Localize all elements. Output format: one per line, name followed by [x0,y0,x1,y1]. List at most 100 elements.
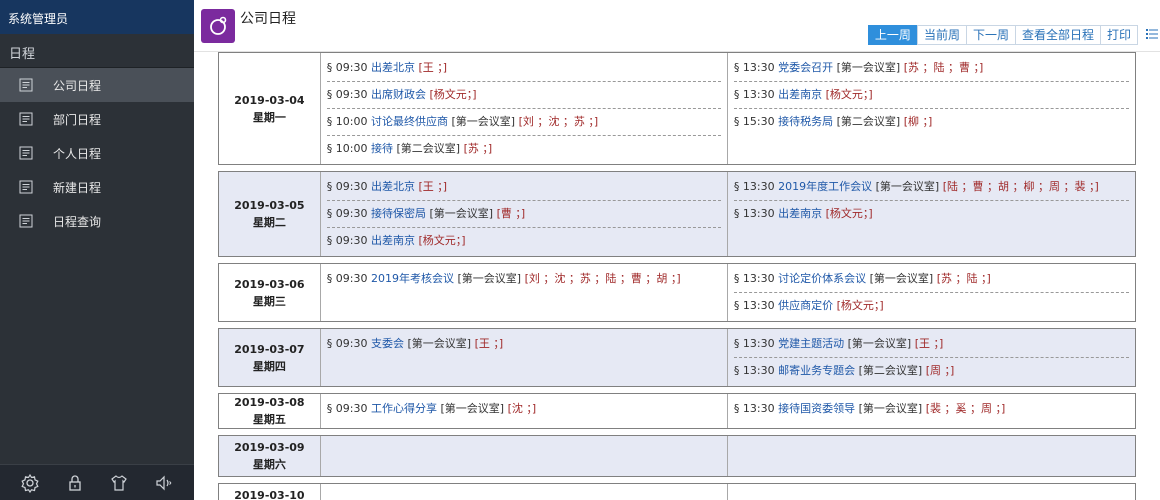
event-room: [第二会议室] [858,364,923,377]
day-date: 2019-03-10 [234,489,305,500]
document-icon [19,112,33,126]
sidebar-item[interactable]: 日程查询 [0,204,194,238]
schedule-event: § 13:30 出差南京 [杨文元；] [733,82,1129,109]
event-title-link[interactable]: 出差南京 [371,234,415,247]
day-date: 2019-03-06 [234,277,305,291]
event-title-link[interactable]: 供应商定价 [778,299,833,312]
day-date-cell: 2019-03-06 星期三 [219,264,321,321]
prev-week-button[interactable]: 上一周 [867,25,918,45]
event-time: § 13:30 [733,364,775,377]
sidebar-item[interactable]: 公司日程 [0,68,194,102]
event-title-link[interactable]: 出差南京 [778,88,822,101]
afternoon-column: § 13:30 党建主题活动 [第一会议室] [王 ；] § 13:30 邮寄业务… [727,329,1135,386]
day-date-cell: 2019-03-09 星期六 [219,436,321,476]
day-date-cell: 2019-03-05 星期二 [219,172,321,256]
speaker-icon[interactable] [154,473,174,493]
event-title-link[interactable]: 接待国资委领导 [778,402,855,415]
event-room: [第一会议室] [429,207,494,220]
event-attendees: [刘 ；沈 ；苏 ；陆 ；曹 ；胡 ；] [524,272,681,285]
schedule-event: § 13:30 邮寄业务专题会 [第二会议室] [周 ；] [734,358,1129,384]
event-title-link[interactable]: 接待保密局 [371,207,426,220]
schedule-event: § 10:00 讨论最终供应商 [第一会议室] [刘 ；沈 ；苏 ；] [326,109,721,136]
event-room: [第一会议室] [407,337,472,350]
schedule-event: § 09:30 出差北京 [王 ；] [326,55,721,82]
schedule-event: § 09:30 出席财政会 [杨文元；] [326,82,721,109]
sidebar-item-label: 部门日程 [53,112,102,127]
event-title-link[interactable]: 讨论定价体系会议 [778,272,866,285]
day-date-cell: 2019-03-08 星期五 [219,394,321,428]
morning-column: § 09:30 出差北京 [王 ；] § 09:30 出席财政会 [杨文元；] § … [321,53,728,164]
schedule-event: § 15:30 接待税务局 [第二会议室] [柳 ；] [734,109,1129,135]
event-title-link[interactable]: 支委会 [371,337,404,350]
sidebar-bottom-bar [0,464,194,500]
event-time: § 09:30 [326,207,368,220]
event-title-link[interactable]: 邮寄业务专题会 [778,364,855,377]
event-title-link[interactable]: 2019年度工作会议 [778,180,872,193]
event-time: § 09:30 [326,402,368,415]
event-attendees: [杨文元；] [825,207,873,220]
next-week-button[interactable]: 下一周 [965,25,1016,45]
event-title-link[interactable]: 接待 [371,142,393,155]
event-time: § 10:00 [326,142,368,155]
schedule-day-row: 2019-03-07 星期四 § 09:30 支委会 [第一会议室] [王 ；] § … [218,328,1136,387]
schedule-event: § 13:30 接待国资委领导 [第一会议室] [裴 ；奚 ；周 ；] [734,396,1129,422]
event-attendees: [柳 ；] [903,115,933,128]
sidebar-item[interactable]: 新建日程 [0,170,194,204]
event-attendees: [杨文元；] [429,88,477,101]
schedule-event: § 13:30 2019年度工作会议 [第一会议室] [陆 ；曹 ；胡 ；柳 ；… [733,174,1129,201]
sidebar-item[interactable]: 个人日程 [0,136,194,170]
schedule-event: § 13:30 党建主题活动 [第一会议室] [王 ；] [733,331,1129,358]
settings-icon[interactable] [20,473,40,493]
document-icon [19,146,33,160]
afternoon-column [728,484,1135,500]
schedule-event: § 09:30 2019年考核会议 [第一会议室] [刘 ；沈 ；苏 ；陆 ；曹… [327,266,721,292]
schedule-day-row: 2019-03-05 星期二 § 09:30 出差北京 [王 ；] § 09:30 接… [218,171,1136,257]
sidebar-item[interactable]: 部门日程 [0,102,194,136]
event-title-link[interactable]: 工作心得分享 [371,402,437,415]
event-attendees: [裴 ；奚 ；周 ；] [925,402,1006,415]
event-title-link[interactable]: 讨论最终供应商 [371,115,448,128]
afternoon-column: § 13:30 讨论定价体系会议 [第一会议室] [苏 ；陆 ；] § 13:30… [728,264,1135,321]
current-user: 系统管理员 [0,0,194,34]
event-title-link[interactable]: 出席财政会 [371,88,426,101]
current-week-button[interactable]: 当前周 [916,25,967,45]
event-title-link[interactable]: 党建主题活动 [778,337,844,350]
afternoon-column: § 13:30 接待国资委领导 [第一会议室] [裴 ；奚 ；周 ；] [728,394,1135,428]
view-all-schedules-button[interactable]: 查看全部日程 [1014,25,1101,45]
event-attendees: [杨文元；] [418,234,466,247]
event-title-link[interactable]: 出差南京 [778,207,822,220]
week-toolbar: 上一周 当前周 下一周 查看全部日程 打印 [867,25,1138,45]
event-time: § 09:30 [326,61,368,74]
schedule-event: § 09:30 接待保密局 [第一会议室] [曹 ；] [326,201,721,228]
event-title-link[interactable]: 2019年考核会议 [371,272,454,285]
print-button[interactable]: 打印 [1099,25,1138,45]
event-room: [第一会议室] [836,61,901,74]
lock-icon[interactable] [65,473,85,493]
event-room: [第二会议室] [836,115,901,128]
event-attendees: [杨文元；] [825,88,873,101]
event-title-link[interactable]: 出差北京 [371,61,415,74]
event-title-link[interactable]: 出差北京 [371,180,415,193]
event-time: § 09:30 [326,88,368,101]
event-time: § 13:30 [733,337,775,350]
list-view-icon[interactable] [1146,28,1158,40]
event-title-link[interactable]: 党委会召开 [778,61,833,74]
app-logo-icon [201,9,235,43]
sidebar-section-title: 日程 [0,34,194,68]
event-attendees: [杨文元；] [836,299,884,312]
event-time: § 09:30 [326,272,368,285]
event-title-link[interactable]: 接待税务局 [778,115,833,128]
sidebar-item-label: 日程查询 [53,214,102,229]
shirt-icon[interactable] [109,473,129,493]
schedule-event: § 10:00 接待 [第二会议室] [苏 ；] [327,136,721,162]
event-time: § 13:30 [733,207,775,220]
document-icon [19,214,33,228]
event-room: [第一会议室] [457,272,522,285]
day-date: 2019-03-04 [234,93,305,107]
event-room: [第一会议室] [440,402,505,415]
morning-column: § 09:30 2019年考核会议 [第一会议室] [刘 ；沈 ；苏 ；陆 ；曹… [321,264,728,321]
schedule-event: § 09:30 出差南京 [杨文元；] [327,228,721,254]
day-weekday: 星期四 [252,359,286,373]
day-date-cell: 2019-03-04 星期一 [219,53,321,164]
day-weekday: 星期六 [252,458,286,471]
